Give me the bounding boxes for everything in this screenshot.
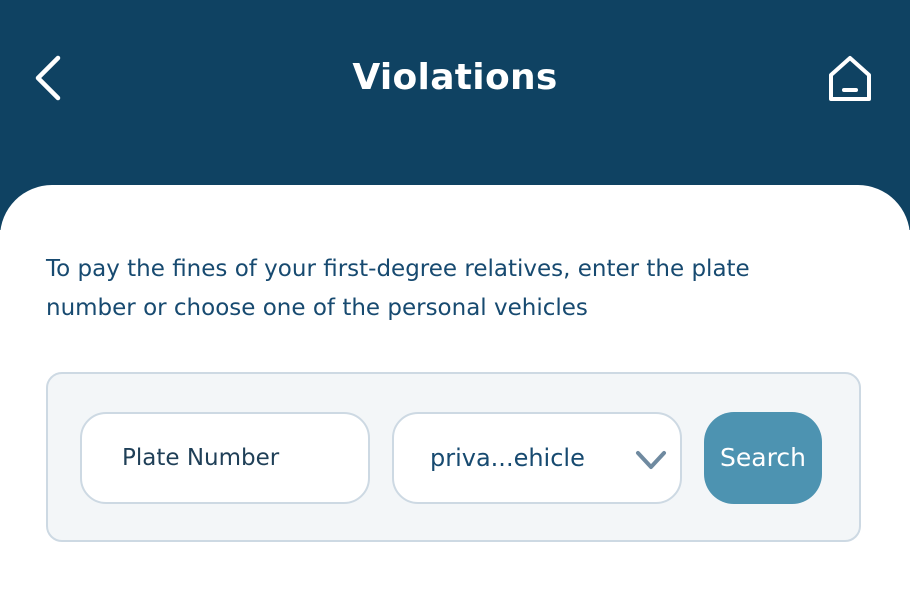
vehicle-type-value: priva...ehicle [430,444,585,472]
page-title: Violations [352,57,558,98]
instructions-text: To pay the fines of your first-degree re… [46,256,750,321]
chevron-down-icon [636,451,666,469]
plate-number-input[interactable] [80,412,370,504]
violations-screen: Violations To pay the fines of your firs… [0,0,910,600]
search-button[interactable]: Search [704,412,822,504]
vehicle-type-dropdown[interactable]: priva...ehicle [392,412,682,504]
home-icon [829,56,871,101]
home-button[interactable] [822,50,878,106]
